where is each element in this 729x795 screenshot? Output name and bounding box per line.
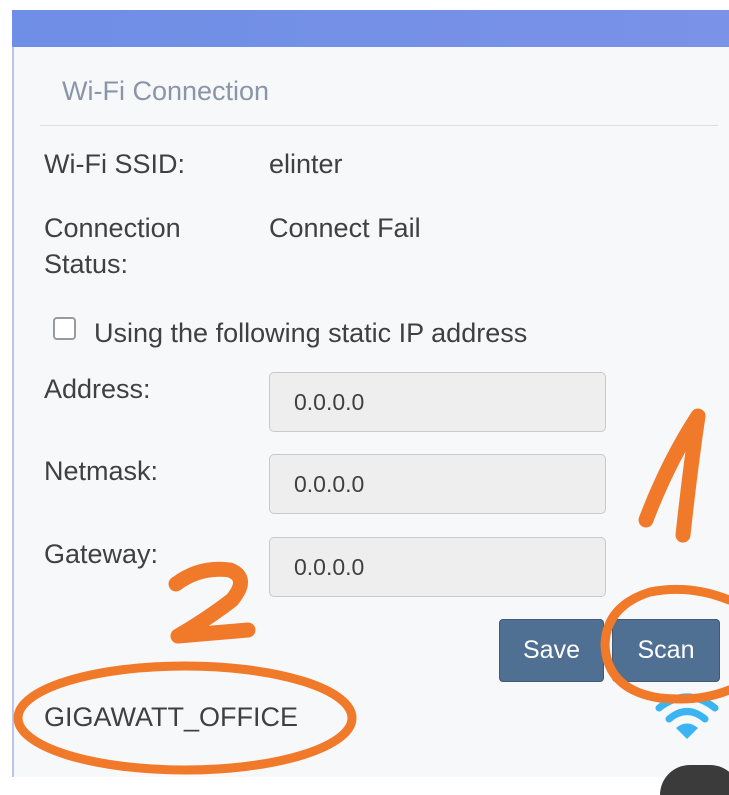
static-ip-checkbox-label[interactable]: Using the following static IP address [94, 315, 527, 351]
gateway-input[interactable]: 0.0.0.0 [269, 537, 606, 597]
network-ssid[interactable]: GIGAWATT_OFFICE [44, 702, 298, 732]
top-header-bar [12, 10, 729, 47]
ssid-value: elinter [269, 149, 343, 179]
address-label: Address: [44, 374, 151, 404]
status-label-line1: Connection [44, 213, 181, 243]
section-title: Wi-Fi Connection [62, 76, 270, 106]
save-button[interactable]: Save [499, 619, 604, 682]
netmask-input[interactable]: 0.0.0.0 [269, 454, 606, 514]
divider [40, 125, 718, 126]
netmask-label: Netmask: [44, 456, 159, 486]
ssid-label: Wi-Fi SSID: [44, 149, 185, 179]
scan-button[interactable]: Scan [612, 619, 720, 682]
status-value: Connect Fail [269, 213, 421, 243]
wifi-icon [655, 693, 719, 739]
gateway-label: Gateway: [44, 539, 159, 569]
static-ip-checkbox[interactable] [53, 317, 76, 340]
status-label-line2: Status: [44, 249, 129, 279]
network-list-item[interactable]: GIGAWATT_OFFICE [44, 702, 298, 733]
address-input[interactable]: 0.0.0.0 [269, 372, 606, 432]
